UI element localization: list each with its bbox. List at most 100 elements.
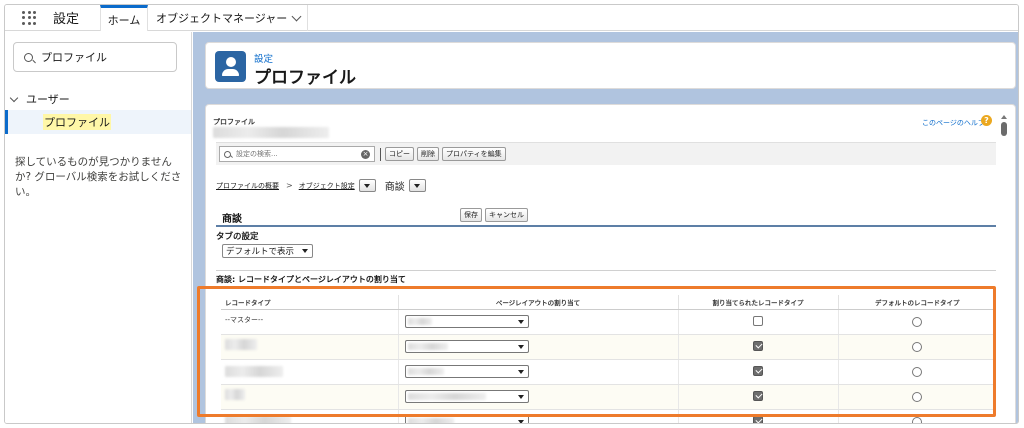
page-layout-select[interactable]: [404, 339, 529, 353]
assigned-cell: [677, 359, 838, 385]
scroll-thumb[interactable]: [1001, 122, 1007, 136]
redacted-layout-name: [407, 367, 444, 375]
redacted-record-type: [225, 388, 245, 400]
object-settings-dropdown[interactable]: [358, 179, 376, 192]
redacted-record-type: [225, 415, 291, 423]
app-launcher-icon[interactable]: [22, 10, 36, 25]
tab-object-manager[interactable]: オブジェクトマネージャー: [156, 5, 302, 31]
breadcrumb: プロファイルの概要 > オブジェクト設定 商談: [216, 178, 426, 193]
default-cell: [837, 384, 996, 410]
edit-properties-button[interactable]: プロパティを編集: [442, 147, 506, 161]
quick-find-box[interactable]: [13, 42, 177, 72]
main-content: 設定 プロファイル プロファイル このページのヘルプ ? × コピー 削除: [193, 32, 1018, 423]
col-default-record-type: デフォルトのレコードタイプ: [837, 295, 996, 310]
record-type-section-title: 商談: レコードタイプとページレイアウトの割り当て: [216, 275, 406, 284]
save-button[interactable]: 保存: [460, 208, 482, 222]
record-type-table: レコードタイプ ページレイアウトの割り当て 割り当てられたレコードタイプ デフォ…: [221, 295, 996, 423]
setup-search-input[interactable]: [236, 150, 356, 158]
sidebar-item-profiles-label: プロファイル: [43, 114, 111, 130]
breadcrumb-current-object: 商談: [384, 182, 405, 193]
col-assigned-record-types: 割り当てられたレコードタイプ: [677, 295, 838, 310]
redacted-layout-name: [407, 317, 432, 325]
assigned-checkbox[interactable]: [753, 390, 763, 401]
assigned-cell: [677, 384, 838, 410]
delete-button[interactable]: 削除: [417, 147, 439, 161]
redacted-layout-name: [407, 417, 454, 423]
section-divider: [216, 225, 996, 227]
breadcrumb-profile-overview[interactable]: プロファイルの概要: [216, 181, 279, 191]
chevron-down-icon[interactable]: [9, 93, 19, 102]
breadcrumb-object-settings[interactable]: オブジェクト設定: [299, 181, 355, 191]
page-layout-select[interactable]: [404, 364, 529, 378]
page-layout-cell: [397, 409, 678, 423]
table-row: [221, 384, 996, 410]
help-icon[interactable]: ?: [981, 115, 992, 126]
cancel-button[interactable]: キャンセル: [485, 208, 528, 222]
scrollbar[interactable]: [1001, 115, 1007, 423]
assigned-checkbox[interactable]: [753, 415, 763, 423]
redacted-record-type: [225, 338, 257, 350]
default-cell: [837, 359, 996, 385]
app-name: 設定: [53, 12, 80, 27]
record-type-name: --マスター--: [221, 309, 398, 335]
page-layout-select[interactable]: [404, 389, 529, 403]
tab-object-manager-label: オブジェクトマネージャー: [156, 12, 288, 25]
redacted-profile-name: [213, 127, 329, 138]
setup-search-box[interactable]: ×: [219, 146, 375, 162]
assigned-checkbox[interactable]: [753, 315, 763, 326]
app-window: 設定 ホーム オブジェクトマネージャー ユーザー プロファイル 探しているものが…: [4, 4, 1019, 424]
profile-label: プロファイル: [213, 118, 255, 126]
redacted-record-type: [225, 365, 283, 377]
col-page-layout: ページレイアウトの割り当て: [397, 295, 678, 310]
redacted-layout-name: [407, 342, 448, 350]
no-result-hint: 探しているものが見つかりませんか? グローバル検索をお試しください。: [15, 156, 182, 198]
page-layout-select[interactable]: [404, 414, 529, 423]
scroll-up-arrow[interactable]: [1001, 115, 1007, 119]
chevron-down-icon[interactable]: [291, 11, 302, 21]
tab-settings-label: タブの設定: [216, 232, 259, 242]
user-icon: [215, 51, 246, 82]
object-section-buttons: 保存 キャンセル: [460, 208, 531, 222]
page-layout-cell: [397, 384, 678, 410]
search-icon: [24, 52, 33, 62]
default-cell: [837, 309, 996, 335]
page-layout-cell: [397, 309, 678, 335]
setup-sidebar: ユーザー プロファイル 探しているものが見つかりませんか? グローバル検索をお試…: [5, 32, 192, 423]
assigned-checkbox[interactable]: [753, 365, 763, 376]
toolbar-divider: [380, 147, 381, 161]
assigned-cell: [677, 309, 838, 335]
tree-node-users-label: ユーザー: [26, 93, 70, 106]
default-radio[interactable]: [912, 416, 923, 423]
page-layout-cell: [397, 359, 678, 385]
table-row: [221, 409, 996, 423]
default-cell: [837, 409, 996, 423]
section-divider: [216, 270, 996, 271]
record-type-name: [221, 409, 398, 423]
top-navigation: 設定 ホーム オブジェクトマネージャー: [5, 5, 1018, 31]
tab-home[interactable]: ホーム: [100, 5, 148, 31]
default-radio[interactable]: [912, 316, 923, 327]
table-row: [221, 359, 996, 385]
col-record-type: レコードタイプ: [221, 295, 398, 310]
quick-find-input[interactable]: [41, 50, 171, 64]
help-link[interactable]: このページのヘルプ: [922, 118, 985, 128]
sidebar-item-profiles[interactable]: プロファイル: [5, 110, 191, 134]
copy-button[interactable]: コピー: [385, 147, 414, 161]
record-type-name: [221, 359, 398, 385]
default-radio[interactable]: [912, 341, 923, 352]
object-section-title: 商談: [222, 214, 242, 225]
tab-visibility-select[interactable]: デフォルトで表示: [222, 244, 313, 258]
breadcrumb-separator: >: [286, 181, 293, 190]
record-type-name: [221, 384, 398, 410]
page-layout-select[interactable]: [404, 314, 529, 328]
page-header: 設定 プロファイル: [205, 42, 1016, 89]
tree-node-users[interactable]: ユーザー: [9, 91, 70, 107]
profile-toolbar: × コピー 削除 プロパティを編集: [216, 142, 996, 165]
default-radio[interactable]: [912, 391, 923, 402]
assigned-checkbox[interactable]: [753, 340, 763, 351]
table-row: --マスター--: [221, 309, 996, 335]
clear-search-icon[interactable]: ×: [361, 150, 370, 159]
object-dropdown[interactable]: [408, 179, 426, 192]
table-header-row: レコードタイプ ページレイアウトの割り当て 割り当てられたレコードタイプ デフォ…: [221, 295, 996, 310]
default-radio[interactable]: [912, 366, 923, 377]
